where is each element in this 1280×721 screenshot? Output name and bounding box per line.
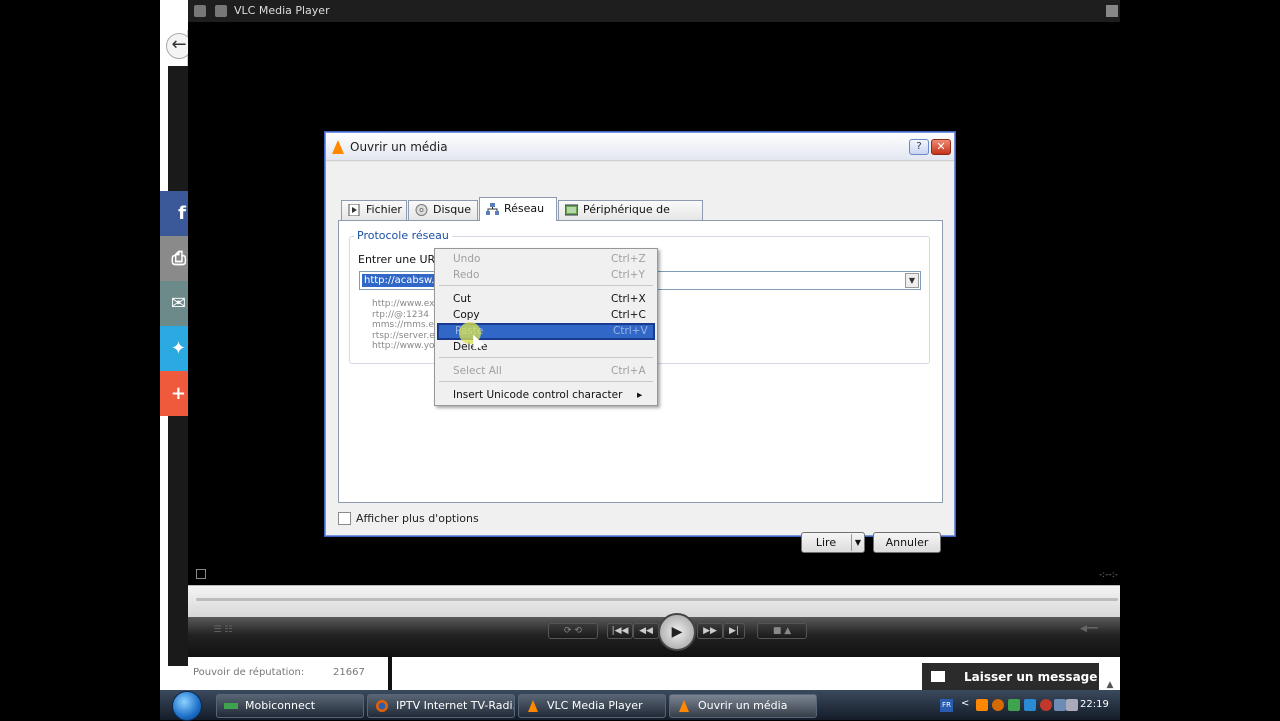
- leave-message-button[interactable]: Laisser un message: [922, 663, 1099, 691]
- menu-item-cut[interactable]: Cut Ctrl+X: [437, 291, 655, 307]
- vlc-status-bar: [188, 567, 1120, 585]
- vlc-tray-icon[interactable]: [976, 699, 988, 711]
- facebook-icon: f: [178, 203, 186, 224]
- capture-card-icon: [565, 204, 578, 216]
- cancel-button[interactable]: Annuler: [873, 532, 941, 553]
- menu-item-copy[interactable]: Copy Ctrl+C: [437, 307, 655, 323]
- taskbar-item-iptv[interactable]: IPTV Internet TV-Radi...: [367, 694, 515, 718]
- time-display: -:--:-: [1098, 570, 1118, 580]
- facebook-share-button[interactable]: f: [160, 191, 188, 236]
- taskbar-item-mobiconnect[interactable]: Mobiconnect: [216, 694, 364, 718]
- printer-icon: ⎙: [171, 248, 186, 269]
- more-options-checkbox[interactable]: [338, 512, 351, 525]
- window-menu-icon[interactable]: [194, 5, 206, 17]
- taskbar-item-open-media[interactable]: Ouvrir un média: [669, 694, 817, 718]
- playlist-icon[interactable]: ☰ ☷: [198, 623, 248, 639]
- email-share-button[interactable]: ✉: [160, 281, 188, 326]
- modem-icon: [224, 703, 238, 709]
- loop-shuffle-icon[interactable]: ⟳ ⟲: [548, 623, 598, 639]
- menu-separator: [439, 285, 653, 286]
- firefox-icon: [376, 700, 388, 712]
- more-options-label[interactable]: Afficher plus d'options: [356, 512, 479, 525]
- firefox-tray-icon[interactable]: [992, 699, 1004, 711]
- chevron-up-icon[interactable]: ▲: [1100, 663, 1120, 691]
- vlc-cone-icon: [332, 140, 344, 154]
- previous-icon[interactable]: |◀◀: [607, 623, 633, 639]
- menu-item-undo[interactable]: Undo Ctrl+Z: [437, 251, 655, 267]
- seek-slider[interactable]: [196, 598, 1118, 601]
- twitter-share-button[interactable]: ✦: [160, 326, 188, 371]
- vlc-cone-icon: [528, 700, 538, 712]
- chevron-left-icon[interactable]: <: [961, 698, 969, 709]
- shield-icon[interactable]: [1008, 699, 1020, 711]
- menu-item-redo[interactable]: Redo Ctrl+Y: [437, 267, 655, 283]
- volume-icon[interactable]: ◀━━: [1080, 624, 1120, 638]
- close-button[interactable]: ✕: [931, 139, 951, 155]
- divider: [388, 657, 392, 690]
- speaker-icon[interactable]: [1066, 699, 1078, 711]
- language-indicator[interactable]: FR: [940, 699, 953, 712]
- envelope-icon: [931, 671, 945, 682]
- menu-item-select-all[interactable]: Select All Ctrl+A: [437, 363, 655, 379]
- tab-disque[interactable]: Disque: [408, 200, 478, 220]
- tab-reseau[interactable]: Réseau: [479, 197, 557, 221]
- tab-capture[interactable]: Périphérique de capture: [558, 200, 703, 234]
- menu-separator: [439, 381, 653, 382]
- network-icon[interactable]: [1054, 699, 1066, 711]
- chevron-down-icon[interactable]: ▼: [905, 273, 919, 288]
- seek-bar-area: [188, 585, 1120, 617]
- start-button[interactable]: [172, 691, 202, 721]
- plus-icon: +: [170, 383, 186, 404]
- play-icon[interactable]: ▶: [658, 613, 696, 651]
- vlc-window-title: VLC Media Player: [234, 4, 330, 17]
- help-button[interactable]: ?: [909, 139, 929, 155]
- group-label: Protocole réseau: [354, 229, 452, 242]
- menu-item-insert-unicode[interactable]: Insert Unicode control character ▸: [437, 387, 655, 403]
- minimize-icon[interactable]: [1106, 5, 1118, 17]
- vlc-app-icon: [215, 5, 227, 17]
- play-button[interactable]: Lire ▼: [801, 532, 865, 553]
- disc-icon: [415, 204, 428, 216]
- print-share-button[interactable]: ⎙: [160, 236, 188, 281]
- chevron-right-icon: ▸: [637, 389, 643, 401]
- envelope-icon: ✉: [170, 293, 186, 314]
- taskbar-item-vlc[interactable]: VLC Media Player: [518, 694, 666, 718]
- lock-icon: [196, 569, 206, 579]
- stop-eject-icon[interactable]: ■ ▲: [757, 623, 807, 639]
- rewind-icon[interactable]: ◀◀: [633, 623, 659, 639]
- menu-separator: [439, 357, 653, 358]
- vlc-titlebar: VLC Media Player: [188, 0, 1120, 22]
- file-icon: [348, 204, 360, 216]
- vlc-cone-icon: [679, 700, 689, 712]
- clock: 22:19: [1080, 699, 1109, 710]
- network-icon: [486, 203, 499, 215]
- sync-icon[interactable]: [1024, 699, 1036, 711]
- fast-forward-icon[interactable]: ▶▶: [697, 623, 723, 639]
- dialog-titlebar: Ouvrir un média ? ✕: [326, 133, 954, 161]
- twitter-icon: ✦: [170, 338, 186, 359]
- dialog-title: Ouvrir un média: [350, 140, 448, 154]
- more-share-button[interactable]: +: [160, 371, 188, 416]
- reputation-label: Pouvoir de réputation:: [193, 667, 305, 678]
- tab-fichier[interactable]: Fichier: [341, 200, 407, 220]
- chevron-down-icon[interactable]: ▼: [851, 534, 864, 551]
- alert-icon[interactable]: [1040, 699, 1052, 711]
- next-icon[interactable]: ▶|: [723, 623, 745, 639]
- reputation-value: 21667: [333, 667, 365, 678]
